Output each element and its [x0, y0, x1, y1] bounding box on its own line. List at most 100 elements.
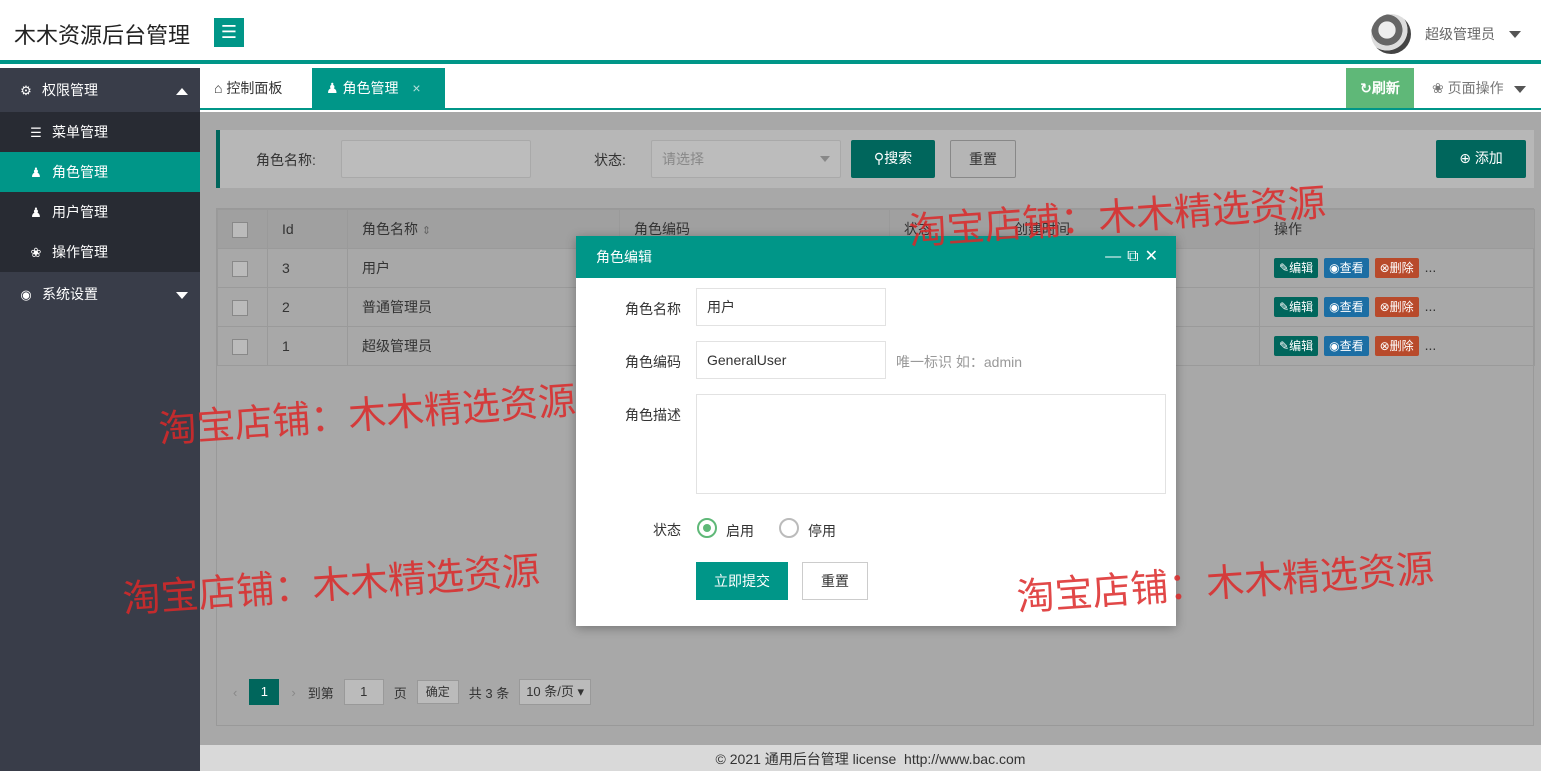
- chevron-up-icon: [176, 88, 188, 95]
- checkbox[interactable]: [232, 260, 248, 277]
- sidebar-section-permissions[interactable]: ⚙ 权限管理: [0, 68, 200, 112]
- edit-button[interactable]: ✎编辑: [1274, 297, 1319, 317]
- close-icon[interactable]: ✕: [1145, 248, 1164, 265]
- dialog-reset-button[interactable]: 重置: [802, 562, 868, 600]
- hamburger-icon[interactable]: ☰: [214, 18, 244, 47]
- sidebar-item-label: 菜单管理: [52, 124, 108, 140]
- view-label: 查看: [1339, 300, 1364, 314]
- sidebar-item-label: 操作管理: [52, 244, 108, 260]
- view-label: 查看: [1339, 339, 1364, 353]
- more-actions[interactable]: ...: [1425, 337, 1437, 353]
- add-button[interactable]: ⊕ 添加: [1436, 140, 1526, 178]
- status-placeholder: 请选择: [662, 151, 704, 167]
- edit-label: 编辑: [1289, 261, 1314, 275]
- maximize-icon[interactable]: ⧉: [1127, 248, 1144, 265]
- delete-label: 删除: [1389, 300, 1414, 314]
- role-code-label: 角色编码: [625, 354, 681, 370]
- goto-page-input[interactable]: 1: [343, 679, 384, 705]
- status-disabled-radio[interactable]: [779, 518, 799, 538]
- user-menu[interactable]: 超级管理员: [1371, 14, 1521, 54]
- edit-button[interactable]: ✎编辑: [1274, 258, 1319, 278]
- users-icon: ♟: [30, 165, 42, 180]
- row-select[interactable]: [217, 287, 268, 327]
- tab-dashboard[interactable]: ⌂ 控制面板: [200, 68, 312, 108]
- role-name-field[interactable]: 用户: [696, 288, 886, 326]
- role-name-input[interactable]: [341, 140, 531, 178]
- sidebar-item-label: 角色管理: [52, 164, 108, 180]
- role-code-field[interactable]: GeneralUser: [696, 341, 886, 379]
- sidebar-item-menu[interactable]: ☰ 菜单管理: [0, 112, 200, 152]
- tab-role-management[interactable]: ♟ 角色管理 ×: [312, 68, 445, 108]
- refresh-icon: ↻: [1360, 80, 1372, 96]
- view-label: 查看: [1339, 261, 1364, 275]
- checkbox[interactable]: [232, 299, 248, 316]
- list-icon: ☰: [30, 125, 42, 140]
- sidebar-item-roles[interactable]: ♟ 角色管理: [0, 152, 200, 192]
- sidebar-item-users[interactable]: ♟ 用户管理: [0, 192, 200, 232]
- row-select[interactable]: [217, 326, 268, 366]
- status-enabled-radio[interactable]: [697, 518, 717, 538]
- checkbox[interactable]: [232, 338, 248, 355]
- chevron-down-icon[interactable]: [1509, 30, 1521, 38]
- sort-icon[interactable]: ⇕: [422, 225, 431, 237]
- search-panel: 角色名称: 状态: 请选择 ⚲搜索 重置 ⊕ 添加: [216, 130, 1534, 188]
- refresh-label: 刷新: [1371, 80, 1400, 96]
- delete-button[interactable]: ⊗删除: [1374, 258, 1419, 278]
- add-button-label: 添加: [1474, 150, 1503, 166]
- reset-button[interactable]: 重置: [950, 140, 1016, 178]
- total-count: 共 3 条: [468, 685, 510, 701]
- top-header: 木木资源后台管理 ☰ 超级管理员: [0, 0, 1541, 64]
- role-edit-dialog: 角色编辑 —⧉✕ 角色名称 用户 角色编码 GeneralUser 唯一标识 如…: [576, 236, 1176, 626]
- goto-label: 到第: [307, 685, 334, 701]
- avatar[interactable]: [1371, 14, 1411, 54]
- sidebar-item-operations[interactable]: ❀ 操作管理: [0, 232, 200, 272]
- next-page-icon[interactable]: ›: [291, 685, 295, 700]
- role-name-label: 角色名称: [625, 301, 681, 317]
- goto-confirm-button[interactable]: 确定: [416, 680, 459, 704]
- edit-label: 编辑: [1289, 339, 1314, 353]
- view-button[interactable]: ◉查看: [1324, 297, 1369, 317]
- cell-id: 2: [267, 287, 348, 327]
- status-enabled-label[interactable]: 启用: [726, 521, 754, 541]
- page-size-value: 10 条/页: [526, 684, 574, 699]
- more-actions[interactable]: ...: [1425, 298, 1437, 314]
- user-name[interactable]: 超级管理员: [1425, 24, 1495, 44]
- search-button[interactable]: ⚲搜索: [851, 140, 935, 178]
- cell-actions: ✎编辑 ◉查看 ⊗删除...: [1259, 248, 1535, 288]
- search-button-label: 搜索: [884, 150, 913, 166]
- view-button[interactable]: ◉查看: [1324, 258, 1369, 278]
- page-number-current[interactable]: 1: [249, 679, 280, 705]
- submit-button[interactable]: 立即提交: [696, 562, 788, 600]
- cell-id: 1: [267, 326, 348, 366]
- role-desc-textarea[interactable]: [696, 394, 1166, 494]
- delete-button[interactable]: ⊗删除: [1374, 297, 1419, 317]
- prev-page-icon[interactable]: ‹: [233, 685, 237, 700]
- refresh-button[interactable]: ↻刷新: [1346, 68, 1414, 108]
- status-disabled-label[interactable]: 停用: [808, 521, 836, 541]
- tab-label: 控制面板: [226, 80, 283, 96]
- page-size-select[interactable]: 10 条/页 ▾: [519, 679, 592, 705]
- more-actions[interactable]: ...: [1425, 259, 1437, 275]
- users-icon: ♟: [326, 80, 339, 96]
- copyright-text: © 2021 通用后台管理 license: [715, 751, 897, 767]
- edit-button[interactable]: ✎编辑: [1274, 336, 1319, 356]
- view-button[interactable]: ◉查看: [1324, 336, 1369, 356]
- flower-icon: ❀: [30, 245, 42, 260]
- chevron-down-icon: [1513, 85, 1526, 93]
- sidebar-section-settings[interactable]: ◉ 系统设置: [0, 272, 200, 316]
- page-operations-menu[interactable]: ❀ 页面操作: [1432, 68, 1526, 108]
- edit-label: 编辑: [1289, 300, 1314, 314]
- status-select[interactable]: 请选择: [651, 140, 841, 178]
- row-select[interactable]: [217, 248, 268, 288]
- checkbox[interactable]: [232, 221, 248, 238]
- status-label: 状态:: [594, 152, 626, 168]
- search-icon: ⚲: [873, 150, 885, 166]
- chevron-down-icon: [176, 292, 188, 299]
- close-icon[interactable]: ×: [412, 80, 420, 96]
- footer-link[interactable]: http://www.bac.com: [904, 751, 1025, 767]
- globe-icon: ◉: [20, 287, 32, 302]
- sidebar-section-label: 系统设置: [42, 286, 98, 302]
- delete-button[interactable]: ⊗删除: [1374, 336, 1419, 356]
- minimize-icon[interactable]: —: [1105, 248, 1127, 265]
- select-all-cell[interactable]: [217, 209, 268, 249]
